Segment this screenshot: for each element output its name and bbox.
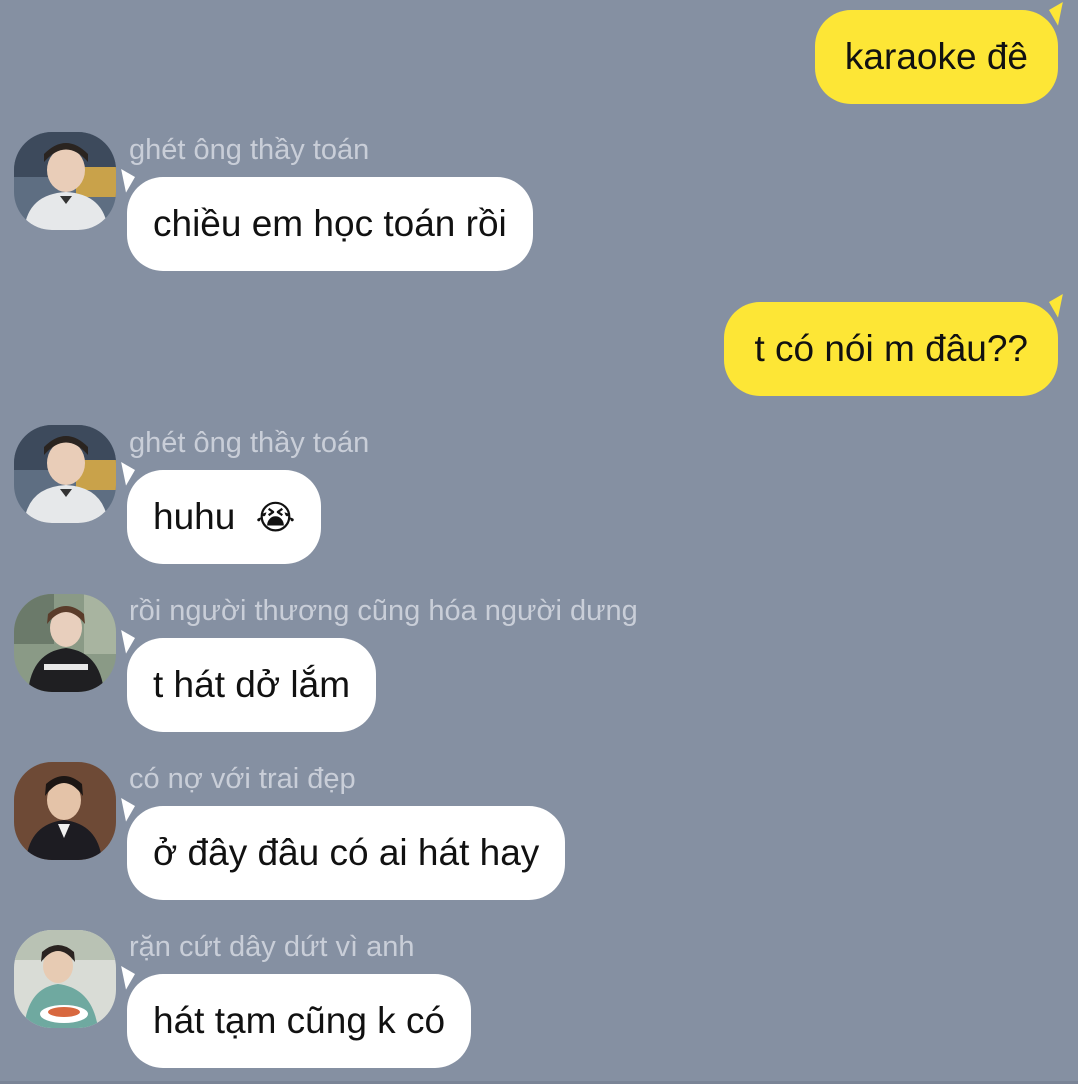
sender-name: rồi người thương cũng hóa người dưng [129, 595, 638, 627]
received-message-bubble[interactable]: ở đây đâu có ai hát hay [112, 798, 566, 900]
user-photo-avatar-icon [14, 762, 116, 860]
avatar[interactable] [14, 132, 116, 230]
avatar[interactable] [14, 930, 116, 1028]
avatar[interactable] [14, 762, 116, 860]
user-photo-avatar-icon [14, 132, 116, 230]
user-photo-avatar-icon [14, 930, 116, 1028]
received-message-bubble[interactable]: hát tạm cũng k có [112, 966, 472, 1068]
message-text: huhu [153, 496, 236, 537]
sender-name: rặn cứt dây dứt vì anh [129, 931, 415, 963]
message-text: hát tạm cũng k có [153, 1000, 446, 1041]
avatar[interactable] [14, 425, 116, 523]
sender-name: ghét ông thầy toán [129, 134, 370, 166]
avatar[interactable] [14, 594, 116, 692]
sender-name: ghét ông thầy toán [129, 427, 370, 459]
sender-name: có nợ với trai đẹp [129, 763, 356, 795]
received-message-bubble[interactable]: huhu 😭 [112, 462, 322, 564]
sent-message-bubble[interactable]: karaoke đê [814, 2, 1072, 104]
received-message-bubble[interactable]: chiều em học toán rồi [112, 169, 533, 271]
message-text: ở đây đâu có ai hát hay [153, 832, 540, 873]
message-text: t có nói m đâu?? [754, 328, 1028, 369]
user-photo-avatar-icon [14, 594, 116, 692]
bubble-tail [1049, 2, 1072, 26]
received-message-bubble[interactable]: t hát dở lắm [112, 630, 377, 732]
user-photo-avatar-icon [14, 425, 116, 523]
message-text: chiều em học toán rồi [153, 203, 507, 244]
crying-face-emoji-icon: 😭 [255, 498, 296, 538]
message-text: t hát dở lắm [153, 664, 351, 705]
bubble-tail [1049, 294, 1072, 318]
sent-message-bubble[interactable]: t có nói m đâu?? [724, 294, 1072, 396]
chat-thread[interactable]: karaoke đê ghét ông thầy toán chiều em h… [0, 0, 1078, 1084]
message-text: karaoke đê [844, 36, 1028, 77]
